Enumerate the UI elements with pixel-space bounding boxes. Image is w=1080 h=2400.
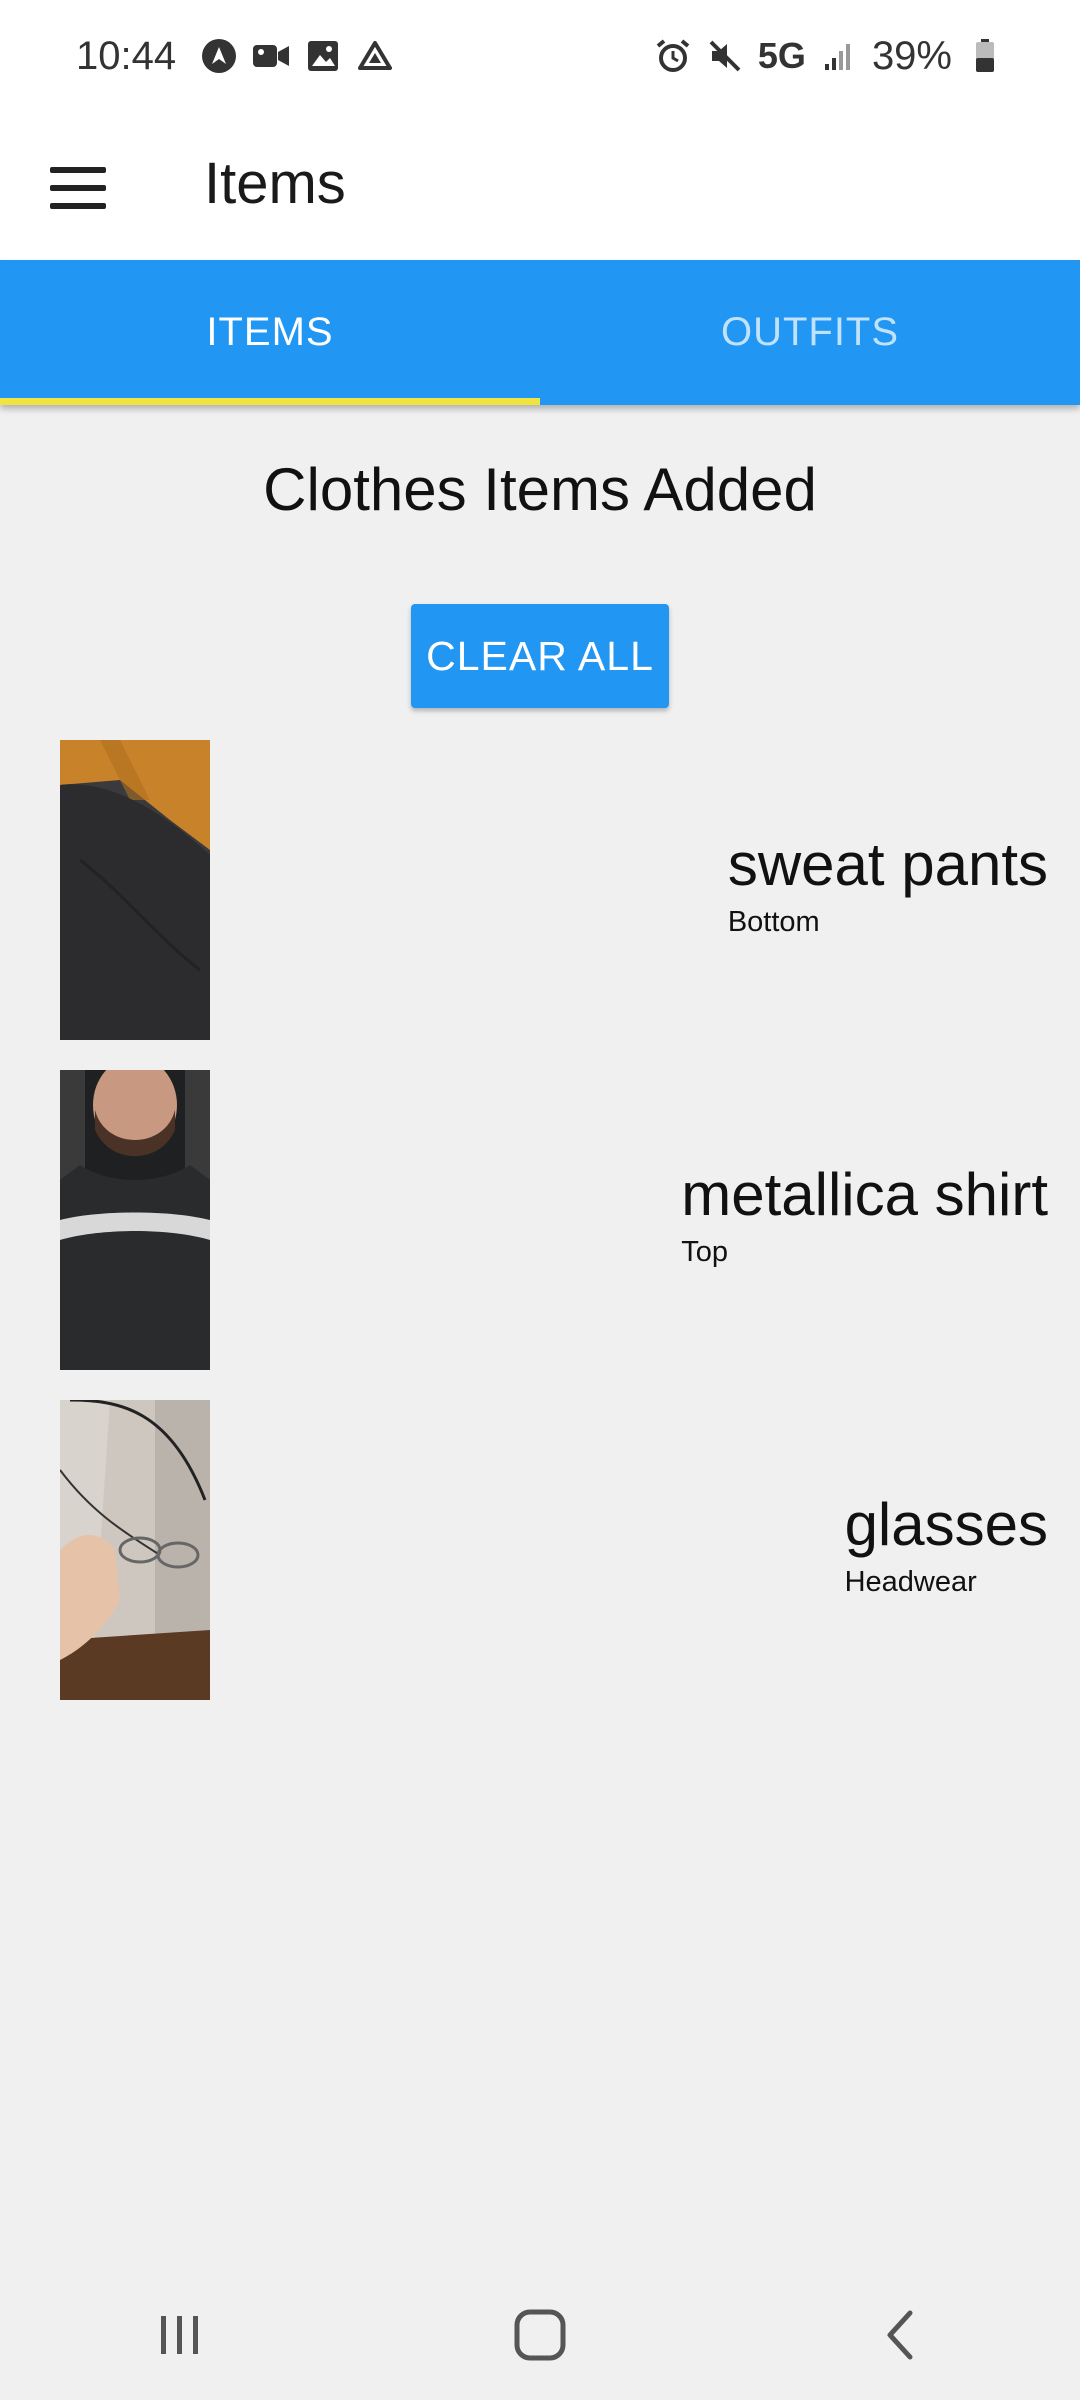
system-nav-bar	[0, 2270, 1080, 2400]
recent-apps-icon[interactable]	[120, 2285, 240, 2385]
item-category: Top	[681, 1236, 728, 1268]
back-icon[interactable]	[840, 2285, 960, 2385]
item-text: sweat pants Bottom	[728, 832, 1048, 939]
item-category: Headwear	[844, 1566, 977, 1598]
gallery-icon	[304, 37, 342, 75]
clear-all-button[interactable]: CLEAR ALL	[411, 604, 669, 708]
signal-icon	[820, 37, 858, 75]
active-tab-indicator	[0, 398, 540, 405]
item-name: sweat pants	[727, 831, 1048, 898]
glasses-photo	[60, 1400, 210, 1700]
tab-items-label: ITEMS	[206, 310, 334, 354]
list-item[interactable]: metallica shirt Top	[0, 1070, 1080, 1400]
list-item[interactable]: glasses Headwear	[0, 1400, 1080, 1730]
item-text: metallica shirt Top	[681, 1162, 1048, 1269]
drive-icon	[356, 37, 394, 75]
tab-outfits-label: OUTFITS	[720, 310, 900, 354]
tab-outfits[interactable]: OUTFITS	[540, 260, 1080, 405]
list-item[interactable]: sweat pants Bottom	[0, 740, 1080, 1070]
android-auto-icon	[200, 37, 238, 75]
status-bar: 10:44 5G 39%	[0, 0, 1080, 112]
page-title: Items	[204, 151, 346, 216]
item-list: sweat pants Bottom metallica shirt Top g…	[0, 740, 1080, 1730]
tab-items[interactable]: ITEMS	[0, 260, 540, 405]
item-name: metallica shirt	[681, 1161, 1048, 1228]
network-type: 5G	[757, 35, 806, 76]
item-text: glasses Headwear	[845, 1492, 1048, 1599]
alarm-icon	[654, 37, 692, 75]
sweat-pants-photo	[60, 740, 210, 1040]
video-camera-icon	[252, 37, 290, 75]
app-bar: Items	[0, 112, 1080, 260]
status-time: 10:44	[76, 33, 177, 78]
battery-icon	[966, 37, 1004, 75]
content-heading: Clothes Items Added	[263, 456, 817, 523]
hamburger-menu-icon[interactable]	[40, 152, 116, 224]
battery-percent: 39%	[871, 33, 952, 78]
status-right: 5G 39%	[654, 34, 1004, 79]
item-name: glasses	[844, 1491, 1048, 1558]
item-category: Bottom	[727, 906, 820, 938]
tab-bar: ITEMS OUTFITS	[0, 260, 1080, 405]
metallica-shirt-photo	[60, 1070, 210, 1370]
home-icon[interactable]	[480, 2285, 600, 2385]
status-left: 10:44	[76, 34, 394, 79]
mute-icon	[706, 37, 744, 75]
